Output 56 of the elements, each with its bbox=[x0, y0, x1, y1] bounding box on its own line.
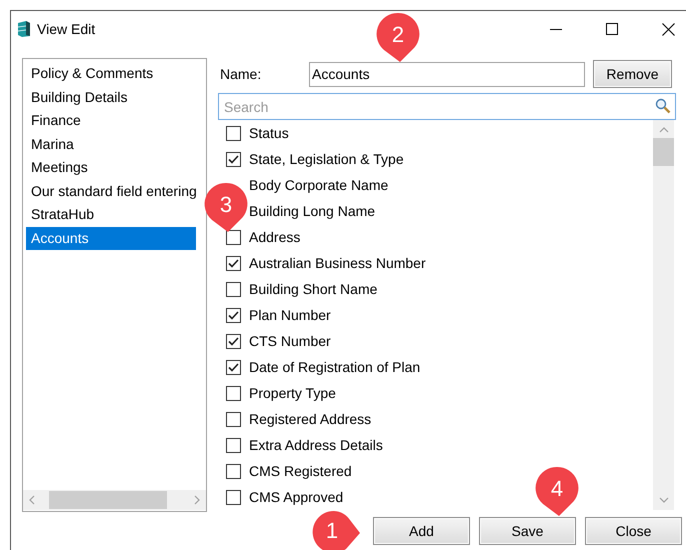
checkbox[interactable] bbox=[226, 412, 241, 426]
field-label: Australian Business Number bbox=[249, 255, 426, 271]
field-label: Date of Registration of Plan bbox=[249, 359, 420, 375]
field-label: Registered Address bbox=[249, 411, 372, 427]
callout-number: 1 bbox=[324, 518, 340, 544]
close-icon[interactable] bbox=[662, 22, 675, 36]
checkbox[interactable] bbox=[226, 256, 241, 270]
checkbox[interactable] bbox=[226, 464, 241, 478]
field-label: Property Type bbox=[249, 385, 336, 401]
maximize-icon[interactable] bbox=[606, 22, 618, 34]
field-label: CTS Number bbox=[249, 333, 331, 349]
sidebar-item[interactable]: Finance bbox=[26, 109, 196, 132]
remove-button[interactable]: Remove bbox=[593, 60, 672, 88]
field-label: Body Corporate Name bbox=[249, 177, 388, 193]
field-label: Building Short Name bbox=[249, 281, 378, 297]
field-label: CMS Registered bbox=[249, 463, 352, 479]
app-icon bbox=[17, 20, 31, 38]
field-label: Extra Address Details bbox=[249, 437, 383, 453]
horizontal-scrollbar[interactable] bbox=[23, 490, 206, 510]
sidebar-item[interactable]: Building Details bbox=[26, 86, 196, 109]
dialog-button[interactable]: Add bbox=[373, 517, 470, 545]
checkbox[interactable] bbox=[226, 438, 241, 452]
callout-number: 3 bbox=[218, 192, 234, 218]
checkbox[interactable] bbox=[226, 282, 241, 296]
field-label: CMS Approved bbox=[249, 489, 344, 505]
sidebar-item[interactable]: StrataHub bbox=[26, 203, 196, 226]
checkbox[interactable] bbox=[226, 126, 241, 140]
sidebar-item[interactable]: Accounts bbox=[26, 226, 196, 250]
sidebar-item[interactable]: Marina bbox=[26, 132, 196, 156]
sidebar-item[interactable]: Our standard field entering bbox=[26, 180, 196, 203]
scrollbar-thumb[interactable] bbox=[49, 491, 167, 509]
name-field[interactable]: Accounts bbox=[309, 62, 585, 86]
dialog-button[interactable]: Save bbox=[479, 517, 576, 545]
checkbox[interactable] bbox=[226, 490, 241, 504]
window-title: View Edit bbox=[37, 21, 96, 37]
checkbox[interactable] bbox=[226, 308, 241, 322]
checkbox[interactable] bbox=[226, 152, 241, 166]
search-icon[interactable] bbox=[655, 98, 671, 114]
checkbox[interactable] bbox=[226, 360, 241, 374]
name-label: Name: bbox=[219, 66, 262, 82]
scrollbar[interactable] bbox=[653, 120, 674, 510]
field-label: Plan Number bbox=[249, 307, 331, 323]
field-label: State, Legislation & Type bbox=[249, 151, 404, 167]
field-label: Status bbox=[249, 125, 289, 141]
sidebar-item[interactable]: Policy & Comments bbox=[26, 62, 196, 86]
field-label: Building Long Name bbox=[249, 203, 376, 219]
callout-number: 4 bbox=[550, 476, 564, 502]
checkbox[interactable] bbox=[226, 334, 241, 348]
checkbox[interactable] bbox=[226, 386, 241, 400]
callout-number: 2 bbox=[390, 22, 406, 48]
dialog-button[interactable]: Close bbox=[585, 517, 682, 545]
field-label: Address bbox=[249, 229, 300, 245]
scrollbar-thumb[interactable] bbox=[653, 138, 674, 166]
search-field[interactable]: Search bbox=[218, 93, 676, 120]
sidebar-item[interactable]: Meetings bbox=[26, 156, 196, 180]
checkbox[interactable] bbox=[226, 230, 241, 244]
